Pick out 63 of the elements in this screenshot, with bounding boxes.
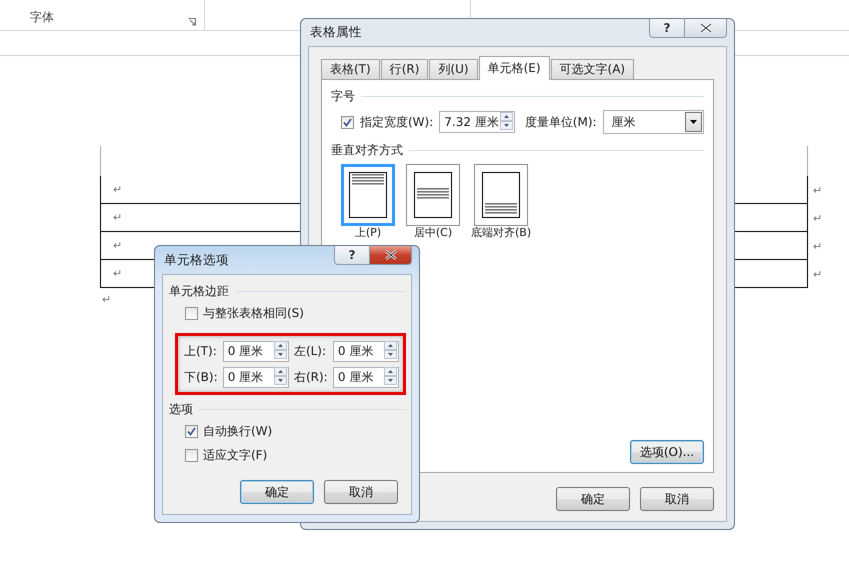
- paragraph-mark: ↵: [113, 267, 122, 280]
- help-button[interactable]: ?: [334, 246, 370, 265]
- spin-buttons[interactable]: [500, 112, 513, 132]
- paragraph-mark: ↵: [813, 212, 822, 224]
- field-label: 上(T):: [184, 343, 218, 360]
- tab[interactable]: 单元格(E): [478, 56, 550, 80]
- paragraph-mark: ↵: [102, 293, 112, 306]
- option-label: 上(P): [354, 227, 382, 239]
- paragraph-mark: ↵: [113, 239, 122, 252]
- paragraph-mark: ↵: [113, 211, 122, 224]
- window-title: 单元格选项: [163, 252, 229, 268]
- close-icon: [384, 250, 396, 260]
- checkbox-label: 适应文字(F): [203, 447, 268, 464]
- field-label: 右(R):: [294, 369, 328, 386]
- cancel-button[interactable]: 取消: [324, 480, 398, 504]
- checkbox[interactable]: [185, 307, 198, 320]
- close-button[interactable]: [685, 19, 727, 38]
- cancel-button[interactable]: 取消: [640, 487, 714, 511]
- paragraph-mark: ↵: [813, 184, 822, 196]
- ok-button[interactable]: 确定: [556, 487, 630, 511]
- close-button[interactable]: [370, 246, 412, 265]
- field-label: 度量单位(M):: [524, 114, 597, 130]
- alignment-option-button[interactable]: [406, 164, 460, 226]
- field-label: 下(B):: [184, 369, 218, 386]
- checkbox-label: 指定宽度(W):: [360, 114, 434, 130]
- spin-buttons[interactable]: [384, 367, 397, 388]
- field-label: 左(L):: [294, 343, 328, 360]
- tab[interactable]: 行(R): [380, 59, 428, 79]
- margin-field[interactable]: 0 厘米: [222, 367, 289, 388]
- tab[interactable]: 表格(T): [321, 59, 380, 79]
- options-button[interactable]: 选项(O)...: [630, 440, 704, 464]
- spin-buttons[interactable]: [274, 341, 287, 362]
- dialog-launcher-icon[interactable]: [188, 18, 196, 26]
- margin-field[interactable]: 0 厘米: [332, 341, 399, 362]
- ok-button[interactable]: 确定: [240, 480, 314, 504]
- paragraph-mark: ↵: [813, 240, 822, 252]
- group-title: 字号: [331, 89, 355, 104]
- ribbon-group-label: 字体: [30, 9, 54, 26]
- spin-buttons[interactable]: [384, 341, 397, 362]
- margin-field[interactable]: 0 厘米: [332, 367, 399, 388]
- option-label: 居中(C): [414, 227, 452, 239]
- group-title: 垂直对齐方式: [331, 143, 403, 158]
- unit-dropdown[interactable]: 厘米: [602, 110, 704, 134]
- checkbox[interactable]: [341, 116, 354, 128]
- option-label: 底端对齐(B): [471, 227, 532, 239]
- group-title: 选项: [169, 402, 193, 417]
- tab[interactable]: 可选文字(A): [550, 59, 634, 79]
- tab[interactable]: 列(U): [429, 59, 478, 79]
- window-title: 表格属性: [309, 24, 362, 41]
- checkbox-label: 与整张表格相同(S): [203, 305, 304, 322]
- checkbox-label: 自动换行(W): [203, 423, 272, 440]
- checkbox[interactable]: [185, 449, 198, 462]
- close-icon: [700, 23, 712, 33]
- paragraph-mark: ↵: [113, 183, 122, 196]
- alignment-option-button[interactable]: [341, 164, 395, 226]
- help-button[interactable]: ?: [649, 19, 685, 38]
- spin-buttons[interactable]: [274, 367, 287, 388]
- alignment-option-button[interactable]: [474, 164, 528, 226]
- width-field[interactable]: 7.32 厘米: [439, 111, 515, 133]
- margin-field[interactable]: 0 厘米: [222, 341, 289, 362]
- checkbox[interactable]: [185, 425, 198, 438]
- group-title: 单元格边距: [169, 284, 229, 299]
- paragraph-mark: ↵: [813, 268, 822, 280]
